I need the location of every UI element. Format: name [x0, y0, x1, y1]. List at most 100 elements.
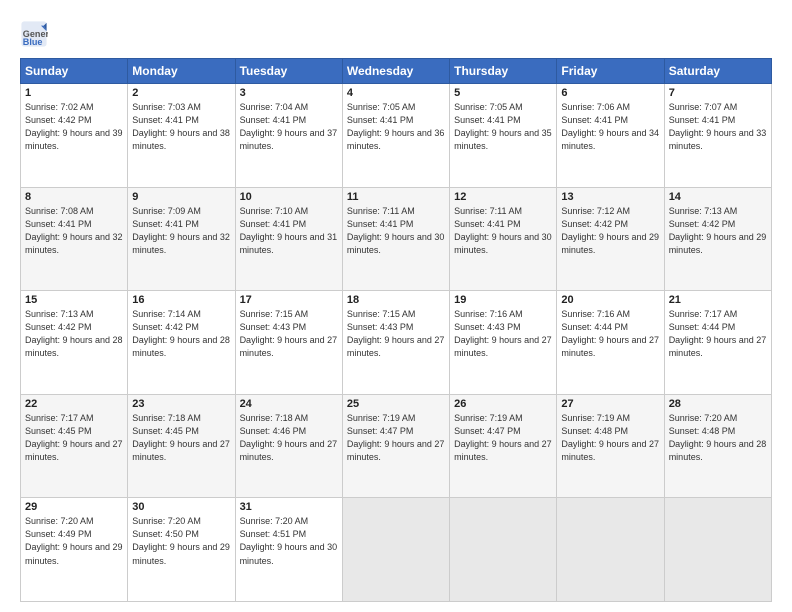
- day-info: Sunrise: 7:17 AM Sunset: 4:45 PM Dayligh…: [25, 412, 123, 464]
- day-number: 31: [240, 501, 338, 513]
- day-info: Sunrise: 7:05 AM Sunset: 4:41 PM Dayligh…: [454, 101, 552, 153]
- day-cell: 16Sunrise: 7:14 AM Sunset: 4:42 PM Dayli…: [128, 291, 235, 395]
- day-cell: [342, 498, 449, 602]
- day-number: 5: [454, 87, 552, 99]
- day-number: 1: [25, 87, 123, 99]
- day-info: Sunrise: 7:13 AM Sunset: 4:42 PM Dayligh…: [25, 308, 123, 360]
- day-number: 25: [347, 398, 445, 410]
- calendar-table: SundayMondayTuesdayWednesdayThursdayFrid…: [20, 58, 772, 602]
- day-number: 28: [669, 398, 767, 410]
- day-number: 19: [454, 294, 552, 306]
- day-number: 9: [132, 191, 230, 203]
- day-cell: 20 Sunrise: 7:16 AM Sunset: 4:44 PM Dayli…: [557, 291, 664, 395]
- col-header-saturday: Saturday: [664, 59, 771, 84]
- day-cell: 18 Sunrise: 7:15 AM Sunset: 4:43 PM Dayli…: [342, 291, 449, 395]
- day-info: Sunrise: 7:18 AM Sunset: 4:46 PM Dayligh…: [240, 412, 338, 464]
- day-number: 22: [25, 398, 123, 410]
- col-header-monday: Monday: [128, 59, 235, 84]
- col-header-sunday: Sunday: [21, 59, 128, 84]
- day-cell: 19 Sunrise: 7:16 AM Sunset: 4:43 PM Dayli…: [450, 291, 557, 395]
- day-cell: 14 Sunrise: 7:13 AM Sunset: 4:42 PM Dayli…: [664, 187, 771, 291]
- day-cell: 8Sunrise: 7:08 AM Sunset: 4:41 PM Daylig…: [21, 187, 128, 291]
- day-cell: 23Sunrise: 7:18 AM Sunset: 4:45 PM Dayli…: [128, 394, 235, 498]
- day-number: 15: [25, 294, 123, 306]
- day-info: Sunrise: 7:20 AM Sunset: 4:50 PM Dayligh…: [132, 515, 230, 567]
- day-cell: 9 Sunrise: 7:09 AM Sunset: 4:41 PM Daylig…: [128, 187, 235, 291]
- col-header-wednesday: Wednesday: [342, 59, 449, 84]
- day-cell: 25 Sunrise: 7:19 AM Sunset: 4:47 PM Dayli…: [342, 394, 449, 498]
- day-number: 24: [240, 398, 338, 410]
- logo-icon: General Blue: [20, 20, 48, 48]
- day-number: 6: [561, 87, 659, 99]
- day-cell: 2 Sunrise: 7:03 AM Sunset: 4:41 PM Daylig…: [128, 84, 235, 188]
- col-header-friday: Friday: [557, 59, 664, 84]
- day-cell: 10 Sunrise: 7:10 AM Sunset: 4:41 PM Dayli…: [235, 187, 342, 291]
- day-info: Sunrise: 7:19 AM Sunset: 4:48 PM Dayligh…: [561, 412, 659, 464]
- header: General Blue: [20, 16, 772, 48]
- day-info: Sunrise: 7:12 AM Sunset: 4:42 PM Dayligh…: [561, 205, 659, 257]
- day-cell: 28 Sunrise: 7:20 AM Sunset: 4:48 PM Dayli…: [664, 394, 771, 498]
- day-info: Sunrise: 7:11 AM Sunset: 4:41 PM Dayligh…: [454, 205, 552, 257]
- day-info: Sunrise: 7:20 AM Sunset: 4:49 PM Dayligh…: [25, 515, 123, 567]
- day-number: 21: [669, 294, 767, 306]
- day-cell: [450, 498, 557, 602]
- day-number: 30: [132, 501, 230, 513]
- day-number: 17: [240, 294, 338, 306]
- day-cell: 3 Sunrise: 7:04 AM Sunset: 4:41 PM Daylig…: [235, 84, 342, 188]
- day-number: 10: [240, 191, 338, 203]
- day-info: Sunrise: 7:09 AM Sunset: 4:41 PM Dayligh…: [132, 205, 230, 257]
- day-info: Sunrise: 7:19 AM Sunset: 4:47 PM Dayligh…: [347, 412, 445, 464]
- col-header-tuesday: Tuesday: [235, 59, 342, 84]
- week-row-3: 15 Sunrise: 7:13 AM Sunset: 4:42 PM Dayli…: [21, 291, 772, 395]
- day-cell: 11Sunrise: 7:11 AM Sunset: 4:41 PM Dayli…: [342, 187, 449, 291]
- week-row-5: 29 Sunrise: 7:20 AM Sunset: 4:49 PM Dayli…: [21, 498, 772, 602]
- day-number: 4: [347, 87, 445, 99]
- day-cell: 17 Sunrise: 7:15 AM Sunset: 4:43 PM Dayli…: [235, 291, 342, 395]
- day-number: 14: [669, 191, 767, 203]
- day-cell: 15 Sunrise: 7:13 AM Sunset: 4:42 PM Dayli…: [21, 291, 128, 395]
- week-row-1: 1 Sunrise: 7:02 AM Sunset: 4:42 PM Daylig…: [21, 84, 772, 188]
- day-info: Sunrise: 7:11 AM Sunset: 4:41 PM Dayligh…: [347, 205, 445, 257]
- day-number: 3: [240, 87, 338, 99]
- day-info: Sunrise: 7:17 AM Sunset: 4:44 PM Dayligh…: [669, 308, 767, 360]
- day-info: Sunrise: 7:15 AM Sunset: 4:43 PM Dayligh…: [240, 308, 338, 360]
- day-info: Sunrise: 7:20 AM Sunset: 4:48 PM Dayligh…: [669, 412, 767, 464]
- day-cell: [557, 498, 664, 602]
- day-info: Sunrise: 7:03 AM Sunset: 4:41 PM Dayligh…: [132, 101, 230, 153]
- day-info: Sunrise: 7:16 AM Sunset: 4:44 PM Dayligh…: [561, 308, 659, 360]
- day-number: 7: [669, 87, 767, 99]
- day-number: 20: [561, 294, 659, 306]
- day-cell: 22 Sunrise: 7:17 AM Sunset: 4:45 PM Dayli…: [21, 394, 128, 498]
- logo: General Blue: [20, 20, 52, 48]
- week-row-4: 22 Sunrise: 7:17 AM Sunset: 4:45 PM Dayli…: [21, 394, 772, 498]
- day-info: Sunrise: 7:02 AM Sunset: 4:42 PM Dayligh…: [25, 101, 123, 153]
- day-info: Sunrise: 7:18 AM Sunset: 4:45 PM Dayligh…: [132, 412, 230, 464]
- page: General Blue SundayMondayTuesdayWednesda…: [0, 0, 792, 612]
- day-info: Sunrise: 7:16 AM Sunset: 4:43 PM Dayligh…: [454, 308, 552, 360]
- day-info: Sunrise: 7:14 AM Sunset: 4:42 PM Dayligh…: [132, 308, 230, 360]
- week-row-2: 8Sunrise: 7:08 AM Sunset: 4:41 PM Daylig…: [21, 187, 772, 291]
- day-info: Sunrise: 7:06 AM Sunset: 4:41 PM Dayligh…: [561, 101, 659, 153]
- day-number: 27: [561, 398, 659, 410]
- day-number: 26: [454, 398, 552, 410]
- day-cell: 24 Sunrise: 7:18 AM Sunset: 4:46 PM Dayli…: [235, 394, 342, 498]
- day-cell: [664, 498, 771, 602]
- day-info: Sunrise: 7:13 AM Sunset: 4:42 PM Dayligh…: [669, 205, 767, 257]
- day-cell: 21 Sunrise: 7:17 AM Sunset: 4:44 PM Dayli…: [664, 291, 771, 395]
- day-cell: 12 Sunrise: 7:11 AM Sunset: 4:41 PM Dayli…: [450, 187, 557, 291]
- day-number: 29: [25, 501, 123, 513]
- day-number: 12: [454, 191, 552, 203]
- day-info: Sunrise: 7:15 AM Sunset: 4:43 PM Dayligh…: [347, 308, 445, 360]
- day-cell: 29 Sunrise: 7:20 AM Sunset: 4:49 PM Dayli…: [21, 498, 128, 602]
- day-info: Sunrise: 7:10 AM Sunset: 4:41 PM Dayligh…: [240, 205, 338, 257]
- day-number: 13: [561, 191, 659, 203]
- day-info: Sunrise: 7:19 AM Sunset: 4:47 PM Dayligh…: [454, 412, 552, 464]
- svg-text:Blue: Blue: [23, 37, 43, 47]
- day-number: 2: [132, 87, 230, 99]
- day-number: 18: [347, 294, 445, 306]
- day-info: Sunrise: 7:04 AM Sunset: 4:41 PM Dayligh…: [240, 101, 338, 153]
- day-cell: 6 Sunrise: 7:06 AM Sunset: 4:41 PM Daylig…: [557, 84, 664, 188]
- day-cell: 4Sunrise: 7:05 AM Sunset: 4:41 PM Daylig…: [342, 84, 449, 188]
- day-info: Sunrise: 7:07 AM Sunset: 4:41 PM Dayligh…: [669, 101, 767, 153]
- day-cell: 26 Sunrise: 7:19 AM Sunset: 4:47 PM Dayli…: [450, 394, 557, 498]
